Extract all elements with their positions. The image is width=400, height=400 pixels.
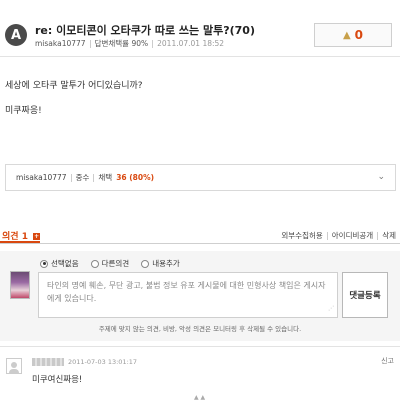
comment-date: 2011-07-03 13:01:17 xyxy=(68,358,138,366)
report-link[interactable]: 신고 xyxy=(381,356,394,366)
option-label: 다른의견 xyxy=(101,259,130,268)
comment-actions: 외부수집허용 아이디비공개 삭제 xyxy=(281,230,396,241)
body-line: 미쿠짜응! xyxy=(5,106,42,116)
comment-input[interactable]: 타인의 명예 훼손, 무단 광고, 불법 정보 유포 게시물에 대한 민형사상 … xyxy=(38,272,338,318)
resize-handle-icon[interactable]: ⋰ xyxy=(328,302,334,315)
avatar xyxy=(10,271,30,299)
option-different[interactable]: 다른의견 xyxy=(90,258,130,269)
answer-avatar: A xyxy=(5,24,27,46)
comment-text: 미쿠여신짜응! xyxy=(32,375,83,385)
author-profile-box: misaka10777 중수 채택 36 (80%) ⌄ xyxy=(5,164,396,191)
option-label: 선택없음 xyxy=(51,259,79,268)
profile-rank: 중수 xyxy=(75,173,90,182)
option-none[interactable]: 선택없음 xyxy=(40,258,79,269)
option-add[interactable]: 내용추가 xyxy=(141,258,180,269)
like-button[interactable]: ▲ 0 xyxy=(314,23,392,47)
hide-id-link[interactable]: 아이디비공개 xyxy=(332,230,373,241)
answer-author[interactable]: misaka10777 xyxy=(35,39,86,48)
divider xyxy=(93,173,95,182)
radio-icon xyxy=(141,259,150,268)
like-count: 0 xyxy=(354,28,364,42)
thumbs-up-icon: ▲ xyxy=(342,29,351,41)
answer-body: 세상에 오타쿠 말투가 어디있습니까? 미쿠짜응! xyxy=(5,74,143,124)
divider xyxy=(70,173,72,182)
body-line: 세상에 오타쿠 말투가 어디있습니까? xyxy=(5,81,143,91)
divider xyxy=(0,346,400,347)
divider xyxy=(152,39,154,48)
expand-icon: + xyxy=(33,233,41,240)
divider xyxy=(377,231,379,240)
user-avatar-icon xyxy=(6,358,22,374)
delete-link[interactable]: 삭제 xyxy=(382,230,396,241)
profile-rate-label: 채택 xyxy=(98,173,113,182)
comment-type-options: 선택없음 다른의견 내용추가 xyxy=(40,258,180,269)
radio-icon xyxy=(90,259,99,268)
comment-notice: 주제에 맞지 않는 의견, 비방, 악성 의견은 모니터링 후 삭제될 수 있습… xyxy=(98,325,302,333)
more-icon[interactable]: ▲ ▲ xyxy=(194,394,205,400)
answer-date: 2011.07.01 18:52 xyxy=(157,39,225,48)
profile-name[interactable]: misaka10777 xyxy=(16,173,67,182)
answer-meta: misaka10777 답변채택률 90% 2011.07.01 18:52 xyxy=(35,38,224,49)
divider xyxy=(89,39,91,48)
radio-selected-icon xyxy=(40,259,48,268)
blurred-username xyxy=(32,358,64,366)
divider xyxy=(0,56,400,57)
chevron-down-icon[interactable]: ⌄ xyxy=(377,172,385,182)
divider xyxy=(0,243,400,244)
allow-external-link[interactable]: 외부수집허용 xyxy=(281,230,322,241)
option-label: 내용추가 xyxy=(152,259,180,268)
answer-title: re: 이모티콘이 오타쿠가 따로 쓰는 말투?(70) xyxy=(35,24,255,37)
adoption-rate: 답변채택률 90% xyxy=(94,39,149,48)
profile-rate-value: 36 (80%) xyxy=(116,173,155,182)
submit-comment-button[interactable]: 댓글등록 xyxy=(342,272,388,318)
divider xyxy=(326,231,328,240)
comment-placeholder: 타인의 명예 훼손, 무단 광고, 불법 정보 유포 게시물에 대한 민형사상 … xyxy=(47,281,326,303)
